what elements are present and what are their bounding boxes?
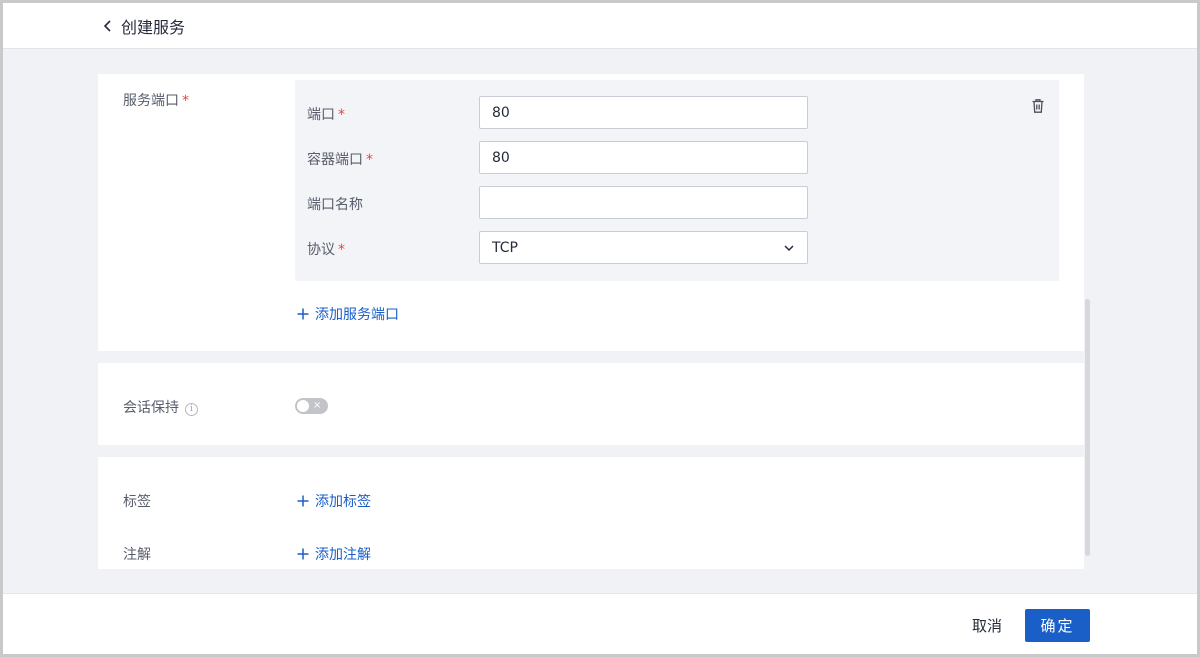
- info-icon[interactable]: i: [185, 403, 198, 416]
- container-port-input[interactable]: 80: [479, 141, 808, 174]
- page-title: 创建服务: [121, 18, 186, 37]
- required-mark: *: [338, 107, 345, 123]
- port-entry-panel: 端口 * 80 容器端口 * 80 端口名称 协议 * TCP: [295, 80, 1059, 281]
- service-port-label: 服务端口 *: [123, 93, 189, 109]
- add-service-port-label: 添加服务端口: [315, 307, 399, 323]
- protocol-label: 协议 *: [307, 242, 345, 258]
- port-value: 80: [492, 104, 510, 121]
- toggle-knob: [297, 400, 309, 412]
- add-annotation-text: 添加注解: [315, 547, 371, 563]
- port-name-label: 端口名称: [307, 197, 363, 213]
- port-name-input[interactable]: [479, 186, 808, 219]
- page-header: 创建服务: [3, 3, 1197, 49]
- add-service-port-button[interactable]: 添加服务端口: [297, 304, 399, 324]
- cancel-button[interactable]: 取消: [963, 610, 1011, 640]
- required-mark: *: [182, 93, 189, 109]
- port-input[interactable]: 80: [479, 96, 808, 129]
- back-button[interactable]: 创建服务: [101, 14, 185, 38]
- add-label-text: 添加标签: [315, 494, 371, 510]
- trash-icon[interactable]: [1031, 98, 1045, 114]
- close-icon: ×: [313, 400, 322, 411]
- scrollbar[interactable]: [1085, 299, 1090, 556]
- labels-label: 标签: [123, 494, 151, 510]
- add-annotation-button[interactable]: 添加注解: [297, 544, 371, 564]
- annotations-label: 注解: [123, 547, 151, 563]
- container-port-value: 80: [492, 149, 510, 166]
- plus-icon: [297, 548, 309, 560]
- required-mark: *: [338, 242, 345, 258]
- container-port-label: 容器端口 *: [307, 152, 373, 168]
- metadata-section: 标签 添加标签 注解 添加注解: [98, 457, 1084, 569]
- chevron-left-icon: [103, 20, 111, 32]
- session-affinity-section: 会话保持 i ×: [98, 363, 1084, 445]
- required-mark: *: [366, 152, 373, 168]
- app-window: 创建服务 服务端口 * 端口 * 80 容器端口 * 80 端口名称 协议 * …: [0, 0, 1200, 657]
- add-label-button[interactable]: 添加标签: [297, 491, 371, 511]
- port-label: 端口 *: [307, 107, 345, 123]
- protocol-select[interactable]: TCP: [479, 231, 808, 264]
- plus-icon: [297, 495, 309, 507]
- protocol-value: TCP: [492, 239, 518, 256]
- service-port-section: 服务端口 * 端口 * 80 容器端口 * 80 端口名称 协议 * TCP 添…: [98, 74, 1084, 351]
- plus-icon: [297, 308, 309, 320]
- confirm-button[interactable]: 确定: [1025, 609, 1090, 642]
- chevron-down-icon: [784, 245, 794, 252]
- session-affinity-toggle[interactable]: ×: [295, 398, 328, 414]
- page-footer: 取消 确定: [3, 593, 1197, 654]
- session-affinity-label: 会话保持 i: [123, 397, 198, 417]
